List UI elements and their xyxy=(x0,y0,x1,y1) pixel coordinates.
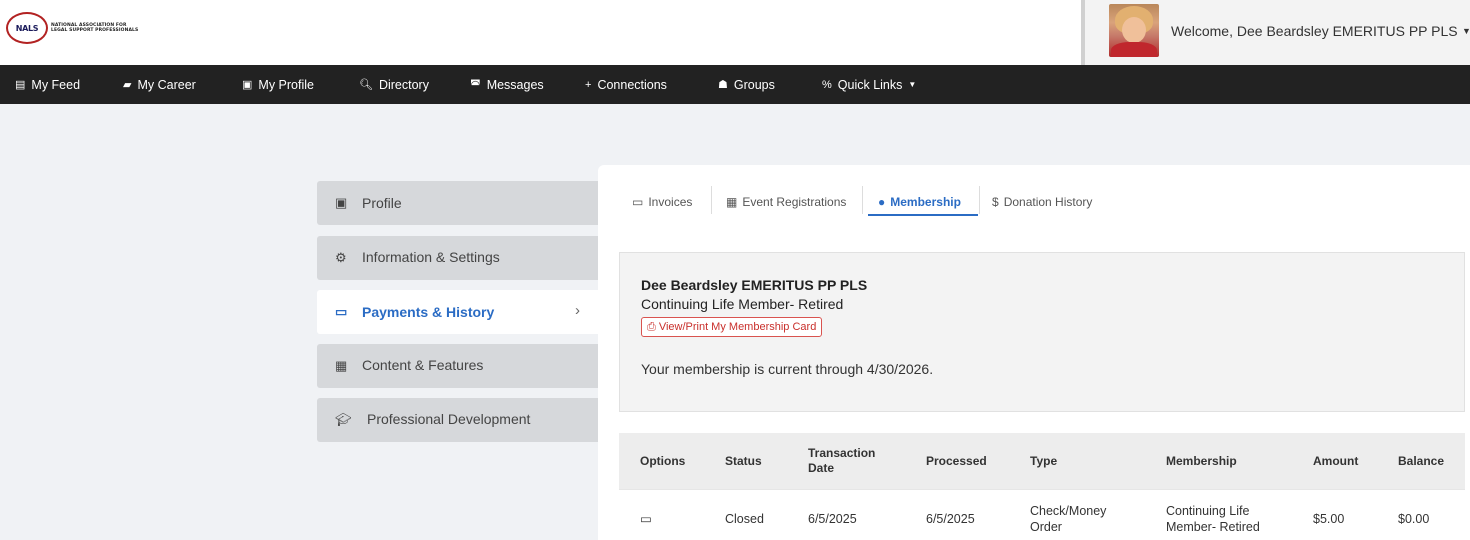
chevron-right-icon: › xyxy=(575,302,580,319)
cell-membership: Continuing Life Member- Retired xyxy=(1166,504,1260,534)
cell-status: Closed xyxy=(725,512,764,526)
sidebar-item-information-settings[interactable]: ⚙ Information & Settings xyxy=(317,236,603,280)
nav-label: My Profile xyxy=(258,77,314,92)
print-membership-card-button[interactable]: ⎙ View/Print My Membership Card xyxy=(641,317,823,337)
sidebar-item-label: Information & Settings xyxy=(362,249,500,265)
sidebar-item-label: Profile xyxy=(362,195,402,211)
table-icon: ▦ xyxy=(335,358,348,373)
tab-divider xyxy=(979,186,980,214)
table-row: ▭ Closed 6/5/2025 6/5/2025 Check/Money O… xyxy=(619,489,1465,540)
cell-transaction-date: 6/5/2025 xyxy=(808,512,857,526)
nav-label: My Career xyxy=(137,77,196,92)
cogs-icon: ⚙ xyxy=(335,250,347,265)
graduation-cap-icon: 🎓︎ xyxy=(335,412,352,427)
nav-item-my-profile[interactable]: ▣ My Profile xyxy=(242,65,314,104)
payments-panel: ▭ Invoices ▦ Event Registrations ● Membe… xyxy=(598,165,1470,540)
col-type: Type xyxy=(1030,453,1058,468)
money-bill-icon: ▭ xyxy=(335,304,348,319)
active-tab-underline xyxy=(868,214,978,216)
nav-item-my-career[interactable]: ▰ My Career xyxy=(123,65,196,104)
top-header: NALS NATIONAL ASSOCIATION FOR LEGAL SUPP… xyxy=(0,0,1470,65)
tab-label: Event Registrations xyxy=(742,195,847,209)
nav-label: Directory xyxy=(378,77,429,92)
col-membership: Membership xyxy=(1166,453,1237,468)
sidebar-item-profile[interactable]: ▣ Profile xyxy=(317,181,603,225)
inbox-icon: ◚ xyxy=(470,79,481,91)
users-icon: ☗ xyxy=(718,79,728,91)
dollar-icon: $ xyxy=(992,195,999,209)
col-balance: Balance xyxy=(1398,453,1445,468)
print-icon: ⎙ xyxy=(647,320,656,333)
nav-item-groups[interactable]: ☗ Groups xyxy=(718,65,775,104)
nals-seal-icon: NALS xyxy=(6,12,48,44)
id-badge-icon: ▣ xyxy=(242,79,253,91)
nav-item-quick-links[interactable]: % Quick Links ▼ xyxy=(822,65,916,104)
nav-label: Quick Links xyxy=(837,77,903,92)
nav-label: Connections xyxy=(597,77,667,92)
sidebar-item-professional-development[interactable]: 🎓︎ Professional Development xyxy=(317,398,603,442)
feed-icon: ▤ xyxy=(15,79,26,91)
user-plus-icon: + xyxy=(585,78,592,91)
tab-donation-history[interactable]: $ Donation History xyxy=(992,192,1092,212)
welcome-text[interactable]: Welcome, Dee Beardsley EMERITUS PP PLS xyxy=(1171,23,1458,39)
logo-line-2: LEGAL SUPPORT PROFESSIONALS xyxy=(51,28,139,33)
sidebar-item-label: Content & Features xyxy=(362,357,484,373)
sidebar-item-label: Payments & History xyxy=(362,304,495,320)
tab-label: Invoices xyxy=(648,195,693,209)
search-icon: 🔍︎ xyxy=(359,79,373,91)
nav-label: Messages xyxy=(486,77,544,92)
avatar xyxy=(1109,4,1159,57)
button-label: View/Print My Membership Card xyxy=(658,321,817,333)
user-menu[interactable]: Welcome, Dee Beardsley EMERITUS PP PLS ▼ xyxy=(1081,0,1470,65)
col-options: Options xyxy=(640,453,686,468)
col-processed: Processed xyxy=(926,453,987,468)
sidebar-item-payments-history[interactable]: ▭ Payments & History › xyxy=(317,290,603,334)
tab-event-registrations[interactable]: ▦ Event Registrations xyxy=(726,192,846,212)
col-transaction-date: Transaction Date xyxy=(808,446,876,475)
main-nav: ▤ My Feed ▰ My Career ▣ My Profile 🔍︎ Di… xyxy=(0,65,1470,104)
sidebar-item-content-features[interactable]: ▦ Content & Features xyxy=(317,344,603,388)
caret-down-icon[interactable]: ▼ xyxy=(1462,26,1470,36)
user-icon: ● xyxy=(878,195,886,209)
member-type: Continuing Life Member- Retired xyxy=(641,296,844,312)
tab-bar: ▭ Invoices ▦ Event Registrations ● Membe… xyxy=(598,165,1470,235)
membership-current-text: Your membership is current through 4/30/… xyxy=(641,361,934,377)
logo-text: NATIONAL ASSOCIATION FOR LEGAL SUPPORT P… xyxy=(51,23,138,34)
money-bill-icon: ▭ xyxy=(632,195,644,209)
table-header: Options Status Transaction Date Processe… xyxy=(619,433,1465,489)
nav-item-messages[interactable]: ◚ Messages xyxy=(470,65,544,104)
percent-icon: % xyxy=(822,78,832,91)
tab-label: Donation History xyxy=(1003,195,1093,209)
briefcase-icon: ▰ xyxy=(123,79,132,91)
membership-summary: Dee Beardsley EMERITUS PP PLS Continuing… xyxy=(619,252,1465,412)
col-status: Status xyxy=(725,453,762,468)
nav-item-connections[interactable]: + Connections xyxy=(585,65,667,104)
calendar-icon: ▦ xyxy=(726,195,738,209)
nav-label: Groups xyxy=(733,77,775,92)
cell-processed: 6/5/2025 xyxy=(926,512,975,526)
cell-amount: $5.00 xyxy=(1313,512,1345,526)
sidebar-item-label: Professional Development xyxy=(367,411,531,427)
nals-logo[interactable]: NALS NATIONAL ASSOCIATION FOR LEGAL SUPP… xyxy=(6,12,138,44)
cell-balance: $0.00 xyxy=(1398,512,1430,526)
cell-type: Check/Money Order xyxy=(1030,504,1107,534)
nav-label: My Feed xyxy=(31,77,81,92)
tab-divider xyxy=(862,186,863,214)
tab-invoices[interactable]: ▭ Invoices xyxy=(632,192,692,212)
nav-item-my-feed[interactable]: ▤ My Feed xyxy=(15,65,80,104)
member-name: Dee Beardsley EMERITUS PP PLS xyxy=(641,277,868,293)
invoice-icon[interactable]: ▭ xyxy=(640,490,652,540)
nav-item-directory[interactable]: 🔍︎ Directory xyxy=(359,65,429,104)
tab-membership[interactable]: ● Membership xyxy=(878,192,961,212)
caret-down-icon: ▼ xyxy=(908,80,917,89)
col-amount: Amount xyxy=(1313,453,1359,468)
id-badge-icon: ▣ xyxy=(335,195,348,210)
tab-label: Membership xyxy=(890,195,961,209)
tab-divider xyxy=(711,186,712,214)
